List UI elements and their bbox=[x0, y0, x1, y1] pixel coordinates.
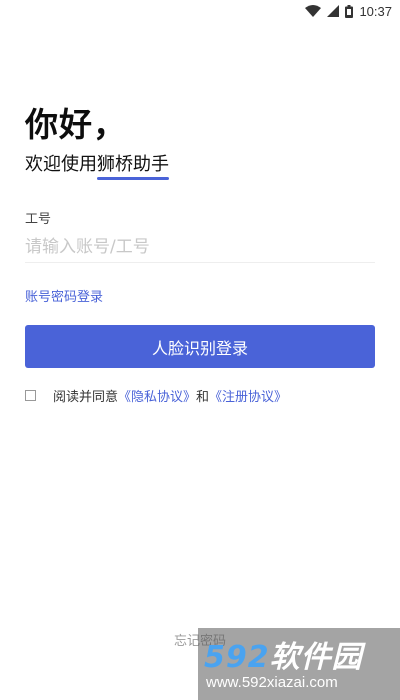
face-recognition-login-button[interactable]: 人脸识别登录 bbox=[25, 325, 375, 368]
employee-id-input[interactable] bbox=[25, 232, 375, 263]
agreement-conjunction: 和 bbox=[196, 390, 210, 405]
employee-id-label: 工号 bbox=[25, 212, 52, 227]
welcome-prefix: 欢迎使用 bbox=[25, 154, 97, 175]
account-password-login-link[interactable]: 账号密码登录 bbox=[25, 286, 103, 305]
privacy-agreement-link[interactable]: 《隐私协议》 bbox=[118, 386, 196, 405]
app-name: 狮桥助手 bbox=[97, 150, 169, 180]
status-bar: 10:37 bbox=[0, 0, 400, 22]
watermark-brand: 592软件园 bbox=[204, 632, 363, 676]
agreement-row: 阅读并同意 《隐私协议》 和 《注册协议》 bbox=[25, 386, 287, 405]
agreement-checkbox[interactable] bbox=[25, 390, 36, 401]
wifi-icon bbox=[305, 5, 322, 17]
welcome-text: 欢迎使用 狮桥助手 bbox=[25, 150, 169, 180]
watermark: 592软件园 www.592xiazai.com bbox=[198, 628, 400, 700]
watermark-brand-text: 软件园 bbox=[269, 640, 363, 675]
greeting-title: 你好， bbox=[25, 105, 127, 144]
signal-icon bbox=[327, 5, 340, 17]
watermark-brand-number: 592 bbox=[204, 640, 270, 675]
login-screen: 10:37 你好， 欢迎使用 狮桥助手 工号 账号密码登录 人脸识别登录 阅读并… bbox=[0, 0, 400, 700]
app-name-underline bbox=[97, 177, 169, 180]
register-agreement-link[interactable]: 《注册协议》 bbox=[209, 386, 287, 405]
app-name-label: 狮桥助手 bbox=[97, 154, 169, 175]
status-time: 10:37 bbox=[359, 3, 392, 19]
agreement-prefix: 阅读并同意 bbox=[53, 390, 119, 405]
battery-icon bbox=[345, 4, 354, 18]
watermark-url: www.592xiazai.com bbox=[206, 674, 338, 691]
